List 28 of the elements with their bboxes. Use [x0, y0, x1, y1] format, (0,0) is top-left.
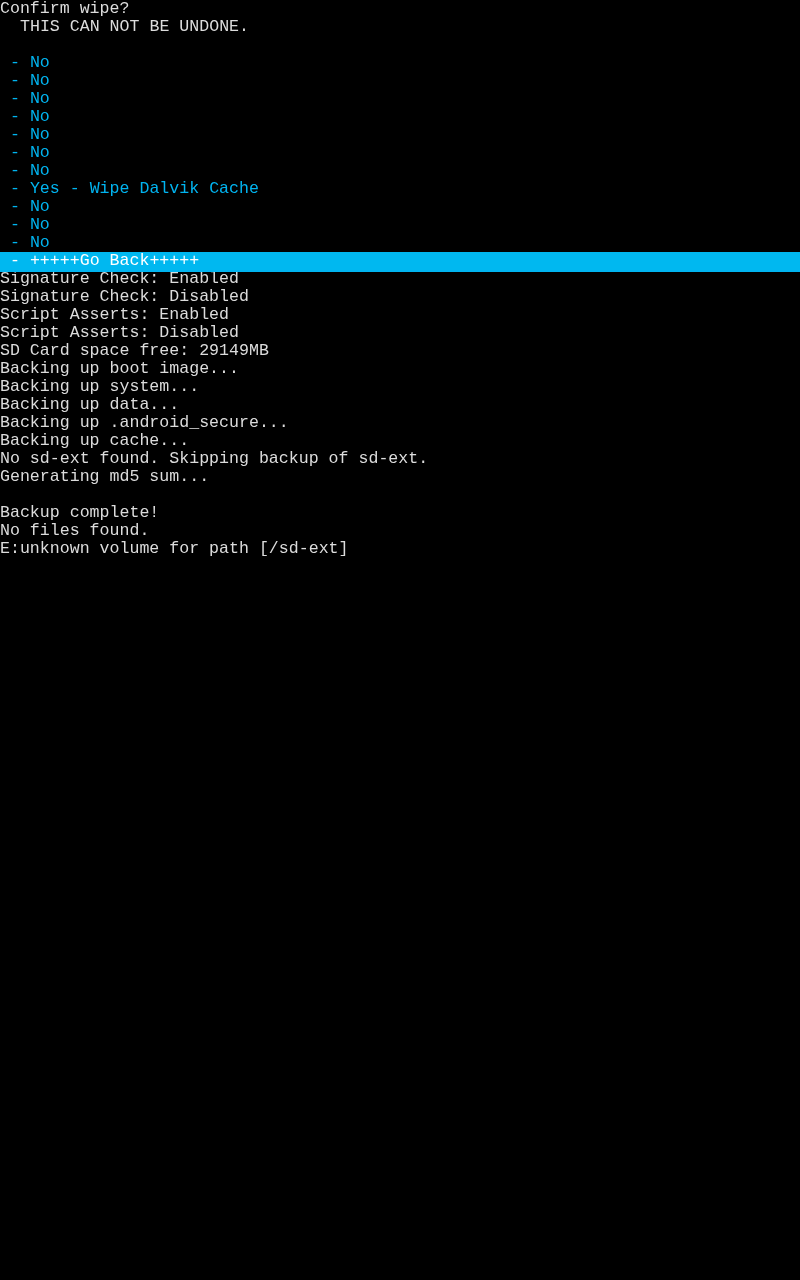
menu-item[interactable]: - No [0, 126, 800, 144]
log-line: Script Asserts: Enabled [0, 305, 230, 324]
menu-item[interactable]: - No [0, 144, 800, 162]
log-line: Backing up .android_secure... [0, 413, 289, 432]
menu-item[interactable]: - Yes - Wipe Dalvik Cache [0, 180, 800, 198]
menu-item[interactable]: - No [0, 216, 800, 234]
menu-item[interactable]: - No [0, 72, 800, 90]
log-line: Backing up system... [0, 377, 200, 396]
prompt-title: Confirm wipe? [0, 0, 130, 18]
log-line: SD Card space free: 29149MB [0, 341, 269, 360]
log-line: E:unknown volume for path [/sd-ext] [0, 539, 349, 558]
log-line: Backing up boot image... [0, 359, 239, 378]
warning-text: THIS CAN NOT BE UNDONE. [19, 18, 250, 36]
log-line: No sd-ext found. Skipping backup of sd-ext. [0, 449, 429, 468]
log-line: Backing up cache... [0, 431, 190, 450]
log-line: Signature Check: Disabled [0, 287, 249, 306]
menu-item[interactable]: - No [0, 54, 800, 72]
menu-item[interactable]: - No [0, 162, 800, 180]
menu-item[interactable]: - No [0, 108, 800, 126]
log-line: Backup complete! [0, 503, 160, 522]
menu-item[interactable]: - No [0, 90, 800, 108]
menu-item[interactable]: - No [0, 198, 800, 216]
log-line: Signature Check: Enabled [0, 269, 239, 288]
log-line: Generating md5 sum... [0, 467, 210, 486]
log-line: No files found. [0, 521, 150, 540]
log-line: Script Asserts: Disabled [0, 323, 239, 342]
log-line: Backing up data... [0, 395, 180, 414]
menu-item[interactable]: - No [0, 234, 800, 252]
